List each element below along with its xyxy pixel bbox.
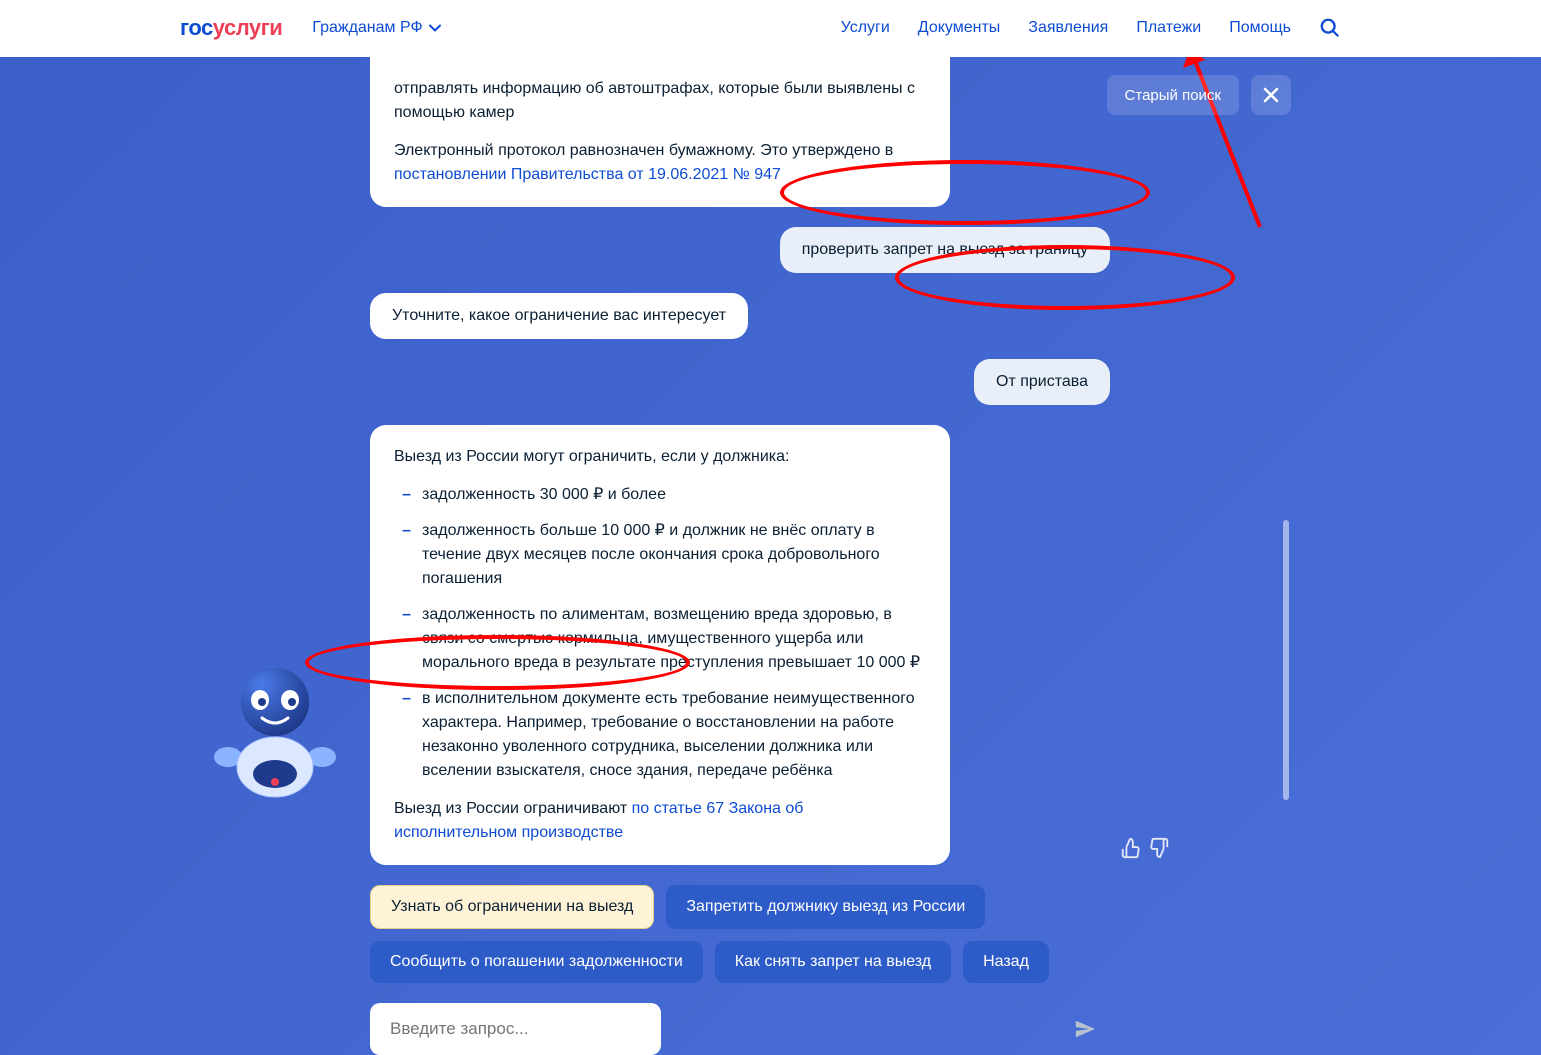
chat-top-buttons: Старый поиск (1107, 75, 1291, 115)
robot-avatar (210, 662, 340, 802)
citizen-dropdown[interactable]: Гражданам РФ (312, 19, 440, 37)
nav-documents[interactable]: Документы (918, 19, 1000, 37)
user-message: От пристава (974, 359, 1110, 405)
send-icon (1074, 1018, 1096, 1040)
nav-services[interactable]: Услуги (841, 19, 890, 37)
logo-uslugi: услуги (213, 15, 283, 40)
bot-message: Уточните, какое ограничение вас интересу… (370, 293, 748, 339)
user-message: проверить запрет на выезд за границу (780, 227, 1110, 273)
main-nav: Услуги Документы Заявления Платежи Помощ… (841, 17, 1341, 39)
bot-text: Электронный протокол равнозначен бумажно… (394, 139, 926, 187)
chat-input-row (370, 1003, 1110, 1055)
bot-message-row: Уточните, какое ограничение вас интересу… (370, 293, 1110, 359)
main-header: госуслуги Гражданам РФ Услуги Документы … (0, 0, 1541, 57)
chat-input[interactable] (370, 1003, 661, 1055)
bot-message: отправлять информацию об автоштрафах, ко… (370, 57, 950, 207)
restriction-list: задолженность 30 000 ₽ и более задолженн… (394, 483, 926, 783)
nav-help[interactable]: Помощь (1229, 19, 1291, 37)
chevron-down-icon (429, 24, 441, 32)
list-item: задолженность 30 000 ₽ и более (394, 483, 926, 507)
decree-link[interactable]: постановлении Правительства от 19.06.202… (394, 166, 781, 183)
chat-scrollbar[interactable] (1283, 520, 1289, 800)
nav-applications[interactable]: Заявления (1028, 19, 1108, 37)
thumbs-up-icon[interactable] (1120, 837, 1142, 859)
search-icon[interactable] (1319, 17, 1341, 39)
send-button[interactable] (1074, 1018, 1096, 1040)
bot-text: Выезд из России ограничивают по статье 6… (394, 797, 926, 845)
old-search-button[interactable]: Старый поиск (1107, 75, 1239, 115)
nav-payments[interactable]: Платежи (1136, 19, 1201, 37)
logo-gos: гос (180, 15, 213, 40)
bot-message-wrapper: Выезд из России могут ограничить, если у… (370, 425, 1110, 865)
back-button[interactable]: Назад (963, 941, 1049, 983)
user-message-row: проверить запрет на выезд за границу (370, 227, 1110, 273)
learn-restriction-button[interactable]: Узнать об ограничении на выезд (370, 885, 654, 929)
bot-message: Выезд из России могут ограничить, если у… (370, 425, 950, 865)
citizen-label: Гражданам РФ (312, 19, 422, 37)
list-item: в исполнительном документе есть требован… (394, 687, 926, 783)
feedback-icons (1120, 837, 1170, 859)
bot-text: отправлять информацию об автоштрафах, ко… (394, 77, 926, 125)
list-item: задолженность больше 10 000 ₽ и должник … (394, 519, 926, 591)
bot-text: Выезд из России могут ограничить, если у… (394, 445, 926, 469)
logo[interactable]: госуслуги (180, 15, 282, 41)
chat-container: отправлять информацию об автоштрафах, ко… (370, 57, 1110, 1055)
list-item: задолженность по алиментам, возмещению в… (394, 603, 926, 675)
report-payment-button[interactable]: Сообщить о погашении задолженности (370, 941, 703, 983)
remove-ban-button[interactable]: Как снять запрет на выезд (715, 941, 951, 983)
action-buttons: Узнать об ограничении на выезд Запретить… (370, 885, 1110, 983)
close-icon (1262, 86, 1280, 104)
close-button[interactable] (1251, 75, 1291, 115)
thumbs-down-icon[interactable] (1148, 837, 1170, 859)
user-message-row: От пристава (370, 359, 1110, 405)
prohibit-exit-button[interactable]: Запретить должнику выезд из России (666, 885, 985, 929)
